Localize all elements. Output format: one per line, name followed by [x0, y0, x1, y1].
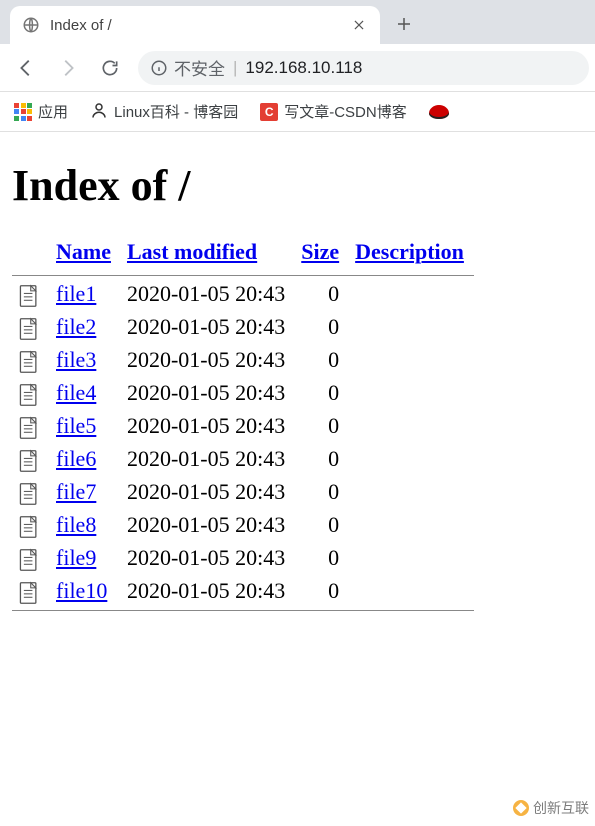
file-description	[349, 311, 474, 344]
tab-active[interactable]: Index of /	[10, 6, 380, 44]
bookmark-apps-label: 应用	[38, 101, 68, 122]
table-row: file1 2020-01-05 20:43 0	[12, 278, 474, 311]
address-bar[interactable]: 不安全 | 192.168.10.118	[138, 51, 589, 85]
file-size: 0	[295, 344, 349, 377]
file-icon	[18, 515, 40, 539]
file-modified: 2020-01-05 20:43	[121, 410, 295, 443]
file-size: 0	[295, 476, 349, 509]
address-separator: |	[233, 58, 237, 78]
file-link[interactable]: file8	[56, 512, 96, 537]
file-icon	[18, 383, 40, 407]
bookmark-apps[interactable]: 应用	[10, 97, 72, 126]
col-last-modified[interactable]: Last modified	[127, 239, 257, 264]
file-size: 0	[295, 575, 349, 608]
table-header-row: Name Last modified Size Description	[12, 235, 474, 273]
close-icon[interactable]	[350, 16, 368, 34]
file-link[interactable]: file6	[56, 446, 96, 471]
page-title: Index of /	[12, 160, 583, 211]
file-description	[349, 410, 474, 443]
table-row: file4 2020-01-05 20:43 0	[12, 377, 474, 410]
file-modified: 2020-01-05 20:43	[121, 344, 295, 377]
file-description	[349, 377, 474, 410]
file-link[interactable]: file1	[56, 281, 96, 306]
file-link[interactable]: file7	[56, 479, 96, 504]
file-description	[349, 575, 474, 608]
file-description	[349, 443, 474, 476]
file-size: 0	[295, 278, 349, 311]
file-icon	[18, 449, 40, 473]
table-row: file3 2020-01-05 20:43 0	[12, 344, 474, 377]
bookmark-redhat[interactable]	[425, 101, 453, 123]
csdn-icon: C	[260, 103, 278, 121]
forward-button[interactable]	[48, 48, 88, 88]
bookmark-csdn[interactable]: C 写文章-CSDN博客	[256, 97, 411, 126]
tab-title: Index of /	[50, 17, 340, 34]
insecure-label: 不安全	[174, 55, 225, 80]
file-modified: 2020-01-05 20:43	[121, 575, 295, 608]
apps-icon	[14, 103, 32, 121]
col-size[interactable]: Size	[301, 239, 339, 264]
file-description	[349, 476, 474, 509]
bookmarks-bar: 应用 Linux百科 - 博客园 C 写文章-CSDN博客	[0, 92, 595, 132]
file-icon	[18, 317, 40, 341]
watermark-text: 创新互联	[533, 798, 589, 818]
file-link[interactable]: file2	[56, 314, 96, 339]
file-description	[349, 509, 474, 542]
table-row: file9 2020-01-05 20:43 0	[12, 542, 474, 575]
watermark-icon	[513, 800, 529, 816]
table-row: file10 2020-01-05 20:43 0	[12, 575, 474, 608]
file-icon	[18, 548, 40, 572]
file-description	[349, 278, 474, 311]
file-link[interactable]: file5	[56, 413, 96, 438]
table-row: file8 2020-01-05 20:43 0	[12, 509, 474, 542]
file-link[interactable]: file4	[56, 380, 96, 405]
file-modified: 2020-01-05 20:43	[121, 278, 295, 311]
table-row: file2 2020-01-05 20:43 0	[12, 311, 474, 344]
bookmark-linux-label: Linux百科 - 博客园	[114, 101, 238, 122]
file-modified: 2020-01-05 20:43	[121, 542, 295, 575]
file-listing-table: Name Last modified Size Description file…	[12, 235, 474, 613]
file-description	[349, 344, 474, 377]
col-name[interactable]: Name	[56, 239, 111, 264]
insecure-indicator[interactable]: 不安全	[150, 55, 225, 80]
file-modified: 2020-01-05 20:43	[121, 311, 295, 344]
table-row: file7 2020-01-05 20:43 0	[12, 476, 474, 509]
file-size: 0	[295, 509, 349, 542]
redhat-icon	[429, 105, 449, 119]
person-icon	[90, 101, 108, 123]
reload-button[interactable]	[90, 48, 130, 88]
file-modified: 2020-01-05 20:43	[121, 476, 295, 509]
url-text: 192.168.10.118	[245, 58, 362, 78]
file-size: 0	[295, 410, 349, 443]
back-button[interactable]	[6, 48, 46, 88]
file-modified: 2020-01-05 20:43	[121, 509, 295, 542]
globe-icon	[22, 16, 40, 34]
file-icon	[18, 581, 40, 605]
file-size: 0	[295, 542, 349, 575]
file-link[interactable]: file3	[56, 347, 96, 372]
watermark: 创新互联	[513, 798, 589, 818]
file-icon	[18, 416, 40, 440]
col-description[interactable]: Description	[355, 239, 464, 264]
table-row: file5 2020-01-05 20:43 0	[12, 410, 474, 443]
file-description	[349, 542, 474, 575]
file-link[interactable]: file10	[56, 578, 107, 603]
file-modified: 2020-01-05 20:43	[121, 443, 295, 476]
file-icon	[18, 482, 40, 506]
bookmark-linux[interactable]: Linux百科 - 博客园	[86, 97, 242, 127]
file-size: 0	[295, 377, 349, 410]
tab-bar: Index of /	[0, 0, 595, 44]
file-size: 0	[295, 311, 349, 344]
page-body: Index of / Name Last modified Size Descr…	[0, 132, 595, 623]
file-link[interactable]: file9	[56, 545, 96, 570]
new-tab-button[interactable]	[388, 8, 420, 40]
bookmark-csdn-label: 写文章-CSDN博客	[284, 101, 407, 122]
file-icon	[18, 350, 40, 374]
file-icon	[18, 284, 40, 308]
info-icon	[150, 59, 168, 77]
toolbar: 不安全 | 192.168.10.118	[0, 44, 595, 92]
file-modified: 2020-01-05 20:43	[121, 377, 295, 410]
file-size: 0	[295, 443, 349, 476]
table-row: file6 2020-01-05 20:43 0	[12, 443, 474, 476]
